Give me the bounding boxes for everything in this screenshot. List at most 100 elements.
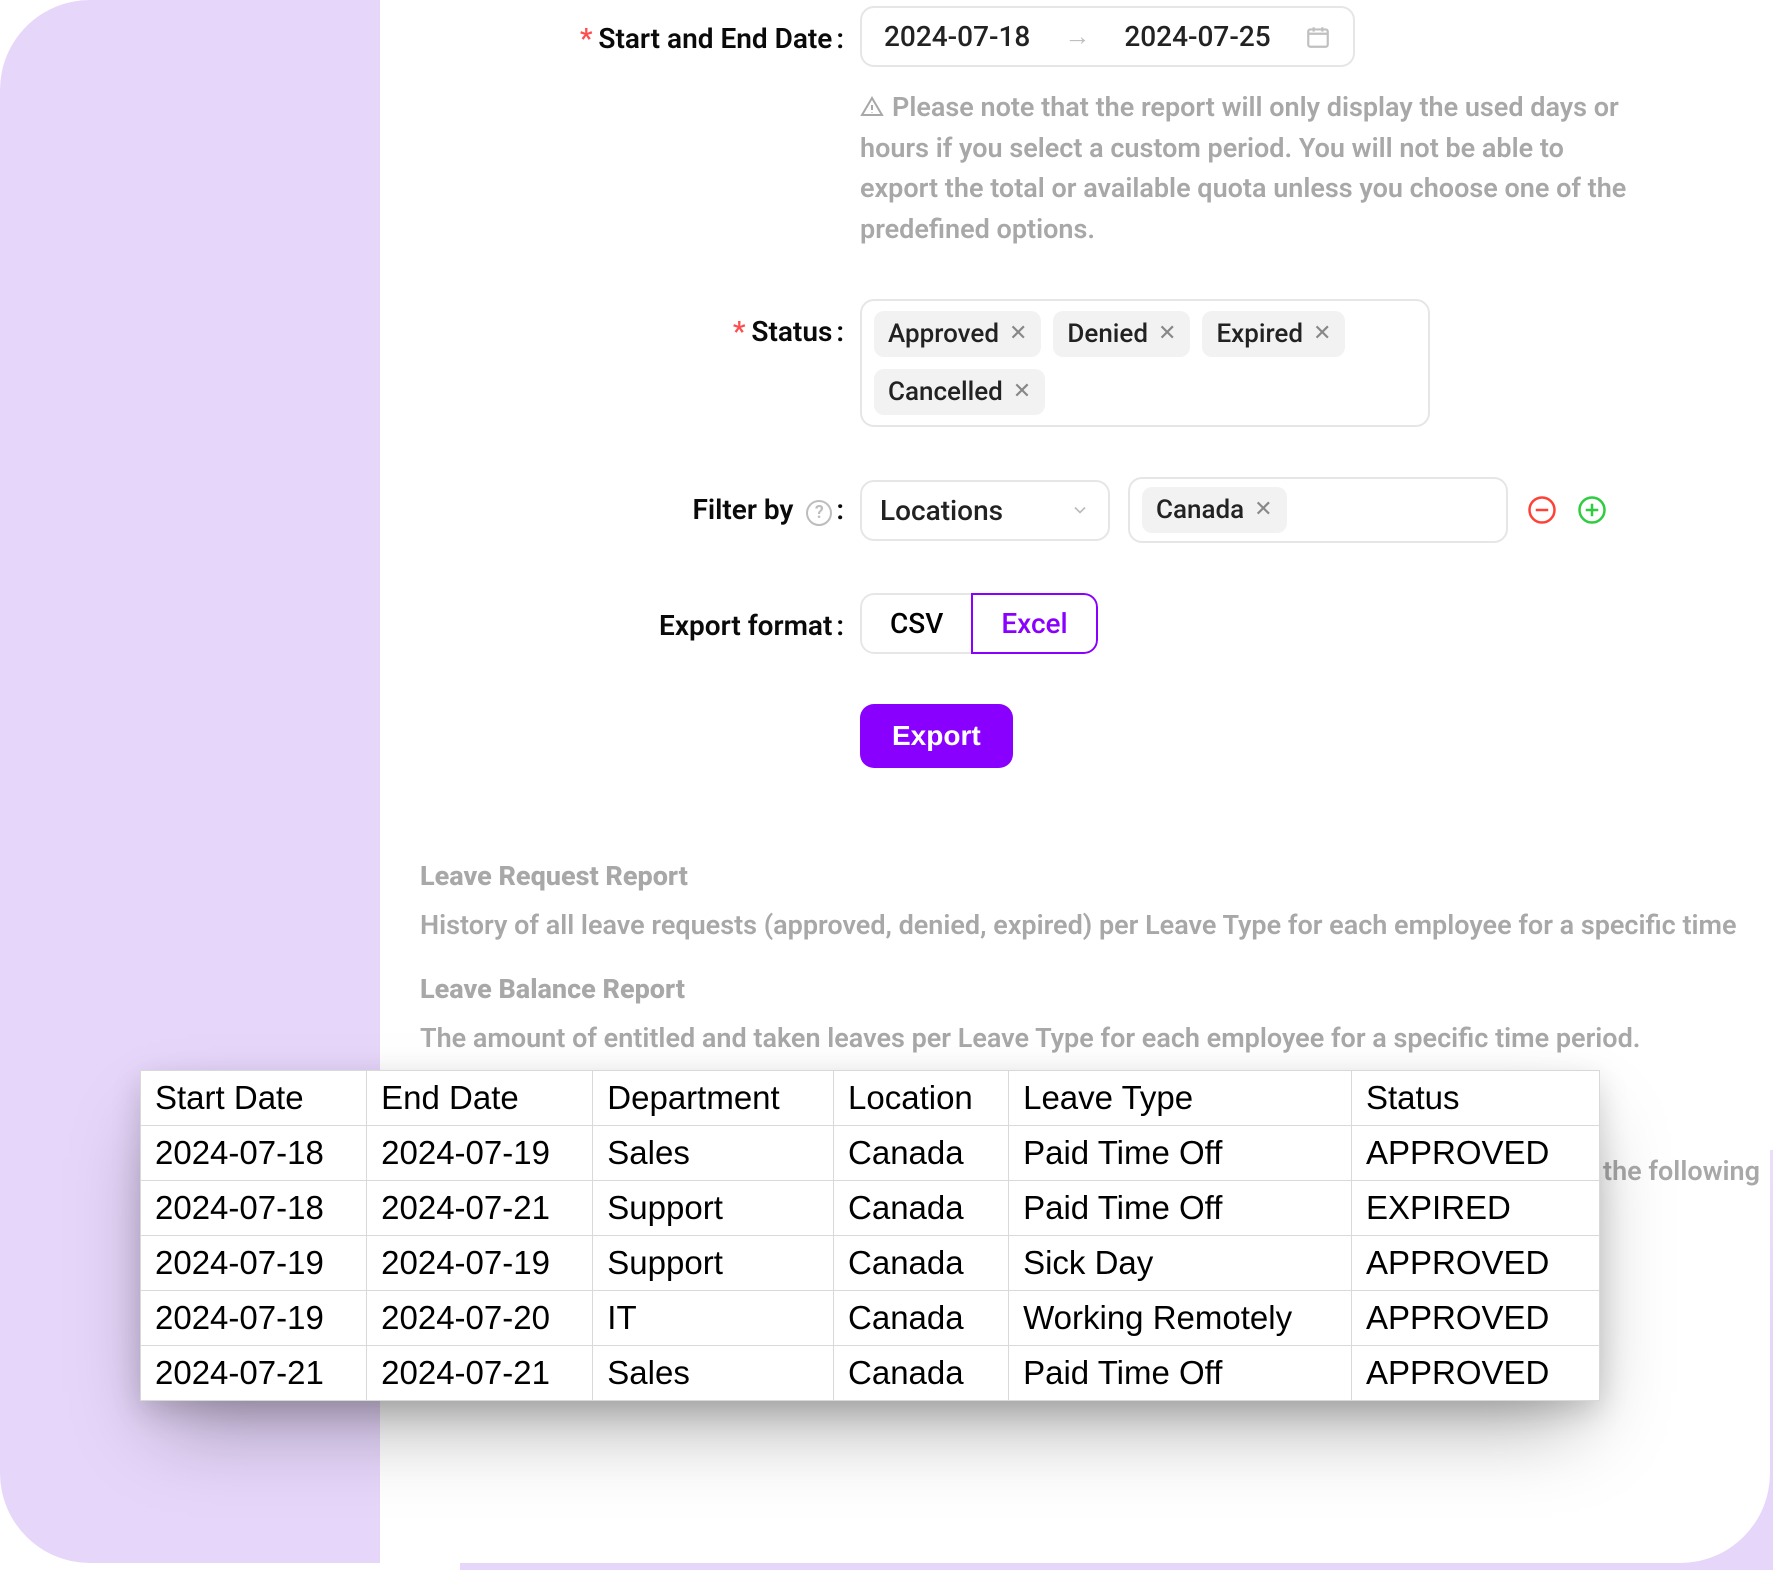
format-option-csv[interactable]: CSV <box>860 593 973 654</box>
table-cell: 2024-07-21 <box>141 1346 367 1401</box>
date-help-text: Please note that the report will only di… <box>860 91 1626 245</box>
help-icon[interactable]: ? <box>806 500 832 526</box>
table-row: 2024-07-212024-07-21SalesCanadaPaid Time… <box>141 1346 1600 1401</box>
table-cell: APPROVED <box>1351 1126 1599 1181</box>
col-location: Location <box>834 1071 1009 1126</box>
table-cell: 2024-07-18 <box>141 1126 367 1181</box>
col-status: Status <box>1351 1071 1599 1126</box>
label-date-text: Start and End Date <box>598 22 832 55</box>
label-date: *Start and End Date: <box>420 6 860 55</box>
table-cell: Canada <box>834 1181 1009 1236</box>
status-tag-input[interactable]: Approved ✕ Denied ✕ Expired ✕ Cancelled ✕ <box>860 299 1430 427</box>
filter-field-value: Locations <box>880 494 1003 527</box>
close-icon[interactable]: ✕ <box>1313 323 1331 345</box>
table-header-row: Start Date End Date Department Location … <box>141 1071 1600 1126</box>
format-option-excel[interactable]: Excel <box>971 593 1097 654</box>
label-status: *Status: <box>420 299 860 348</box>
table-cell: Paid Time Off <box>1009 1126 1352 1181</box>
table-row: 2024-07-182024-07-19SalesCanadaPaid Time… <box>141 1126 1600 1181</box>
label-format-text: Export format <box>659 609 832 642</box>
col-end-date: End Date <box>367 1071 593 1126</box>
table-cell: APPROVED <box>1351 1346 1599 1401</box>
status-tag: Expired ✕ <box>1202 311 1345 357</box>
table-cell: 2024-07-21 <box>367 1181 593 1236</box>
table-cell: Support <box>593 1236 834 1291</box>
status-tag-label: Approved <box>888 319 999 349</box>
label-filter: Filter by ?: <box>420 477 860 526</box>
table-cell: 2024-07-21 <box>367 1346 593 1401</box>
table-row: 2024-07-192024-07-19SupportCanadaSick Da… <box>141 1236 1600 1291</box>
result-table-preview: Start Date End Date Department Location … <box>140 1070 1600 1401</box>
remove-filter-button[interactable] <box>1526 494 1558 526</box>
col-start-date: Start Date <box>141 1071 367 1126</box>
table-cell: APPROVED <box>1351 1236 1599 1291</box>
table-cell: 2024-07-18 <box>141 1181 367 1236</box>
label-status-text: Status <box>751 315 832 348</box>
leave-request-report-title: Leave Request Report <box>420 860 1760 892</box>
row-date: *Start and End Date: 2024-07-18 → 2024-0… <box>420 6 1760 249</box>
table-cell: EXPIRED <box>1351 1181 1599 1236</box>
table-cell: 2024-07-19 <box>367 1126 593 1181</box>
filter-value-tag: Canada ✕ <box>1142 487 1287 533</box>
filter-value-input[interactable]: Canada ✕ <box>1128 477 1508 543</box>
status-tag-label: Denied <box>1067 319 1148 349</box>
table-row: 2024-07-192024-07-20ITCanadaWorking Remo… <box>141 1291 1600 1346</box>
table-cell: Sales <box>593 1346 834 1401</box>
label-filter-text: Filter by <box>692 493 793 526</box>
status-tag-label: Cancelled <box>888 377 1003 407</box>
table-cell: 2024-07-19 <box>141 1236 367 1291</box>
close-icon[interactable]: ✕ <box>1158 323 1176 345</box>
label-format: Export format: <box>420 593 860 642</box>
table-cell: Canada <box>834 1126 1009 1181</box>
table-cell: 2024-07-19 <box>367 1236 593 1291</box>
close-icon[interactable]: ✕ <box>1013 381 1031 403</box>
table-cell: Working Remotely <box>1009 1291 1352 1346</box>
row-export-button: Export <box>420 704 1760 768</box>
close-icon[interactable]: ✕ <box>1009 323 1027 345</box>
date-help-note: Please note that the report will only di… <box>860 87 1630 249</box>
report-descriptions: Leave Request Report History of all leav… <box>420 860 1760 1086</box>
col-leave-type: Leave Type <box>1009 1071 1352 1126</box>
add-filter-button[interactable] <box>1576 494 1608 526</box>
status-tag: Cancelled ✕ <box>874 369 1045 415</box>
row-filter: Filter by ?: Locations Canada ✕ <box>420 477 1760 543</box>
table-cell: Paid Time Off <box>1009 1346 1352 1401</box>
date-range-picker[interactable]: 2024-07-18 → 2024-07-25 <box>860 6 1355 67</box>
status-tag-label: Expired <box>1216 319 1303 349</box>
export-button[interactable]: Export <box>860 704 1013 768</box>
status-tag: Approved ✕ <box>874 311 1041 357</box>
table-cell: IT <box>593 1291 834 1346</box>
table-cell: Sick Day <box>1009 1236 1352 1291</box>
table-cell: Paid Time Off <box>1009 1181 1352 1236</box>
row-status: *Status: Approved ✕ Denied ✕ Expired ✕ Canc… <box>420 299 1760 427</box>
arrow-right-icon: → <box>1064 21 1090 52</box>
chevron-down-icon <box>1070 494 1090 527</box>
required-asterisk: * <box>580 22 593 55</box>
leave-request-report-desc: History of all leave requests (approved,… <box>420 906 1760 945</box>
table-cell: Canada <box>834 1236 1009 1291</box>
filter-field-select[interactable]: Locations <box>860 480 1110 541</box>
date-end-value: 2024-07-25 <box>1124 20 1270 53</box>
report-form: *Start and End Date: 2024-07-18 → 2024-0… <box>420 6 1760 768</box>
table-cell: Canada <box>834 1346 1009 1401</box>
table-cell: Sales <box>593 1126 834 1181</box>
warning-icon <box>860 95 884 119</box>
status-tag: Denied ✕ <box>1053 311 1190 357</box>
table-cell: 2024-07-19 <box>141 1291 367 1346</box>
export-format-segmented: CSV Excel <box>860 593 1098 654</box>
table-row: 2024-07-182024-07-21SupportCanadaPaid Ti… <box>141 1181 1600 1236</box>
leave-balance-report-title: Leave Balance Report <box>420 973 1760 1005</box>
col-department: Department <box>593 1071 834 1126</box>
filter-value-label: Canada <box>1156 495 1244 525</box>
result-table: Start Date End Date Department Location … <box>140 1070 1600 1401</box>
close-icon[interactable]: ✕ <box>1254 499 1272 521</box>
calendar-icon <box>1305 24 1331 50</box>
table-cell: Canada <box>834 1291 1009 1346</box>
leave-balance-report-desc: The amount of entitled and taken leaves … <box>420 1019 1760 1058</box>
row-format: Export format: CSV Excel <box>420 593 1760 654</box>
table-cell: Support <box>593 1181 834 1236</box>
table-cell: 2024-07-20 <box>367 1291 593 1346</box>
table-cell: APPROVED <box>1351 1291 1599 1346</box>
required-asterisk: * <box>733 315 746 348</box>
date-start-value: 2024-07-18 <box>884 20 1030 53</box>
